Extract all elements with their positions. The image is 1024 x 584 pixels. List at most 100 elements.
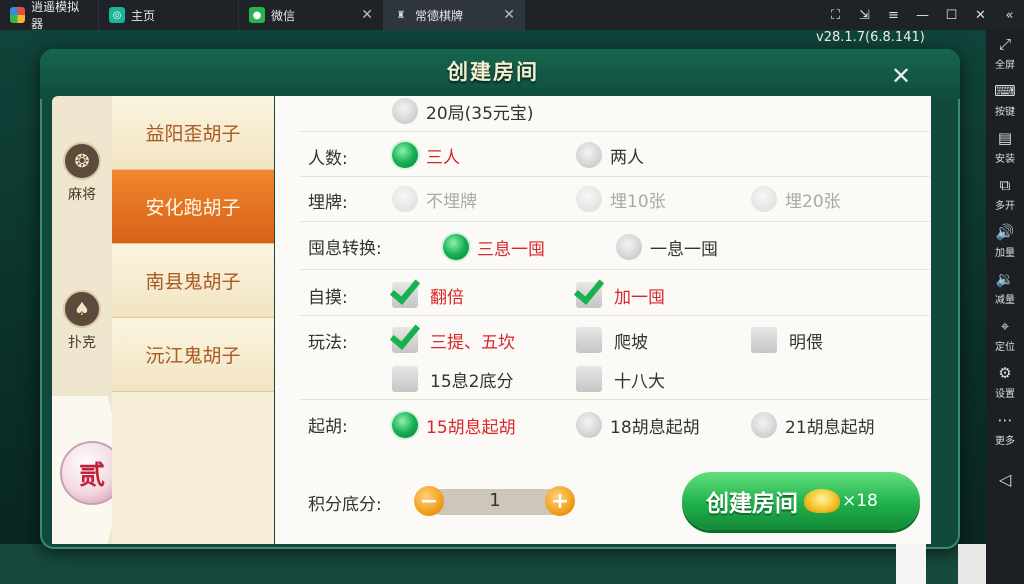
- home-icon: ◎: [109, 7, 125, 23]
- minimize-icon[interactable]: —: [908, 0, 937, 30]
- burial-option-none[interactable]: 不埋牌: [392, 186, 477, 212]
- corner-decoration: [958, 544, 986, 584]
- self-draw-checkbox-plus[interactable]: [576, 282, 602, 308]
- keyboard-icon: ⌨: [994, 82, 1016, 100]
- version-label: v28.1.7(6.8.141): [816, 30, 925, 45]
- row-divider: [300, 399, 930, 400]
- rules-option-15xi[interactable]: 15息2底分: [392, 366, 513, 392]
- burial-radio-10[interactable]: [576, 186, 602, 212]
- self-draw-option-double[interactable]: 翻倍: [392, 282, 464, 308]
- start-hu-option-18[interactable]: 18胡息起胡: [576, 412, 700, 438]
- rounds-radio[interactable]: [392, 98, 418, 124]
- tab-game[interactable]: ♜ 常德棋牌 ✕: [383, 0, 525, 30]
- conversion-option-three[interactable]: 三息一囤: [443, 234, 545, 260]
- pin-icon[interactable]: ⇲: [850, 0, 879, 30]
- score-label: 积分底分:: [308, 495, 382, 515]
- rules-option-mingwei[interactable]: 明偎: [751, 327, 823, 353]
- sidebar-item-label: 全屏: [995, 60, 1015, 71]
- rules-checkbox-mingwei[interactable]: [751, 327, 777, 353]
- conversion-radio-three[interactable]: [443, 234, 469, 260]
- sidebar-item-install[interactable]: ▤ 安装: [986, 124, 1024, 171]
- rules-checkbox-15xi[interactable]: [392, 366, 418, 392]
- corner-decoration: [896, 544, 926, 584]
- self-draw-option-plus-label: 加一囤: [614, 287, 665, 308]
- sidebar-item-keymap[interactable]: ⌨ 按键: [986, 77, 1024, 124]
- volume-up-icon: 🔊: [995, 223, 1015, 241]
- start-hu-option-15[interactable]: 15胡息起胡: [392, 412, 516, 438]
- create-room-button[interactable]: 创建房间 ×18: [682, 472, 920, 530]
- create-room-cost: ×18: [842, 491, 878, 511]
- game-tab-nanxian[interactable]: 南县鬼胡子: [112, 244, 274, 318]
- sidebar-item-location[interactable]: ⌖ 定位: [986, 312, 1024, 359]
- sidebar-item-volume-down[interactable]: 🔉 减量: [986, 265, 1024, 312]
- collapse-sidebar-icon[interactable]: «: [995, 0, 1024, 30]
- burial-option-10[interactable]: 埋10张: [576, 186, 666, 212]
- start-hu-radio-21[interactable]: [751, 412, 777, 438]
- players-radio-three[interactable]: [392, 142, 418, 168]
- score-value: 1: [489, 490, 501, 511]
- conversion-option-three-label: 三息一囤: [477, 239, 545, 260]
- rules-checkbox-papo[interactable]: [576, 327, 602, 353]
- screenshot-icon[interactable]: ⛶: [821, 0, 850, 30]
- start-hu-radio-15[interactable]: [392, 412, 418, 438]
- rules-checkbox-shibada[interactable]: [576, 366, 602, 392]
- sidebar-item-volume-up[interactable]: 🔊 加量: [986, 218, 1024, 265]
- menu-icon[interactable]: ≡: [879, 0, 908, 30]
- dialog-close-button[interactable]: ✕: [886, 61, 916, 91]
- row-divider: [300, 176, 930, 177]
- app-menu[interactable]: 逍遥模拟器: [0, 0, 98, 31]
- game-tab-yuanjiang[interactable]: 沅江鬼胡子: [112, 318, 274, 392]
- spade-icon: ♠: [63, 290, 101, 328]
- score-increase-button[interactable]: +: [545, 486, 575, 516]
- row-divider: [300, 221, 930, 222]
- start-hu-option-21[interactable]: 21胡息起胡: [751, 412, 875, 438]
- tab-game-close-icon[interactable]: ✕: [503, 7, 515, 23]
- players-option-three-label: 三人: [426, 147, 460, 168]
- sidebar-item-fullscreen[interactable]: ⤢ 全屏: [986, 30, 1024, 77]
- row-divider: [300, 131, 930, 132]
- sidebar-item-settings[interactable]: ⚙ 设置: [986, 359, 1024, 406]
- players-radio-two[interactable]: [576, 142, 602, 168]
- rounds-option[interactable]: 20局(35元宝): [392, 98, 534, 124]
- sidebar-item-label: 多开: [995, 201, 1015, 212]
- rules-option-shibada-label: 十八大: [614, 371, 665, 392]
- sidebar-item-label: 加量: [995, 248, 1015, 259]
- burial-radio-none[interactable]: [392, 186, 418, 212]
- game-tab-anhua[interactable]: 安化跑胡子: [112, 170, 274, 244]
- rules-option-shibada[interactable]: 十八大: [576, 366, 665, 392]
- sidebar-item-multi[interactable]: ⧉ 多开: [986, 171, 1024, 218]
- conversion-radio-one[interactable]: [616, 234, 642, 260]
- sidebar-item-label: 更多: [995, 436, 1015, 447]
- create-room-label: 创建房间: [706, 491, 798, 517]
- start-hu-option-21-label: 21胡息起胡: [785, 417, 875, 438]
- sidebar-item-more[interactable]: ⋯ 更多: [986, 406, 1024, 453]
- sidebar-item-label: 按键: [995, 107, 1015, 118]
- maximize-icon[interactable]: ☐: [937, 0, 966, 30]
- players-option-three[interactable]: 三人: [392, 142, 460, 168]
- players-option-two[interactable]: 两人: [576, 142, 644, 168]
- players-label: 人数:: [308, 149, 348, 169]
- rules-option-15xi-label: 15息2底分: [430, 371, 514, 392]
- tab-wechat[interactable]: ● 微信 ✕: [238, 0, 383, 30]
- rules-option-santi-label: 三提、五坎: [430, 332, 515, 353]
- category-poker[interactable]: ♠ 扑克: [52, 290, 112, 352]
- score-decrease-button[interactable]: −: [414, 486, 444, 516]
- rules-option-papo[interactable]: 爬坡: [576, 327, 648, 353]
- burial-option-20[interactable]: 埋20张: [751, 186, 841, 212]
- row-divider: [300, 315, 930, 316]
- tab-wechat-close-icon[interactable]: ✕: [361, 7, 373, 23]
- rules-option-santi[interactable]: 三提、五坎: [392, 327, 515, 353]
- tab-home[interactable]: ◎ 主页: [98, 0, 238, 30]
- start-hu-radio-18[interactable]: [576, 412, 602, 438]
- rules-checkbox-santi[interactable]: [392, 327, 418, 353]
- self-draw-checkbox-double[interactable]: [392, 282, 418, 308]
- self-draw-option-plus[interactable]: 加一囤: [576, 282, 665, 308]
- back-icon[interactable]: ◁: [986, 470, 1024, 489]
- close-window-icon[interactable]: ✕: [966, 0, 995, 30]
- wechat-icon: ●: [249, 7, 265, 23]
- conversion-option-one[interactable]: 一息一囤: [616, 234, 718, 260]
- burial-radio-20[interactable]: [751, 186, 777, 212]
- rounds-option-label: 20局(35元宝): [426, 103, 534, 124]
- game-tab-yiyang[interactable]: 益阳歪胡子: [112, 96, 274, 170]
- category-mahjong[interactable]: ❂ 麻将: [52, 142, 112, 204]
